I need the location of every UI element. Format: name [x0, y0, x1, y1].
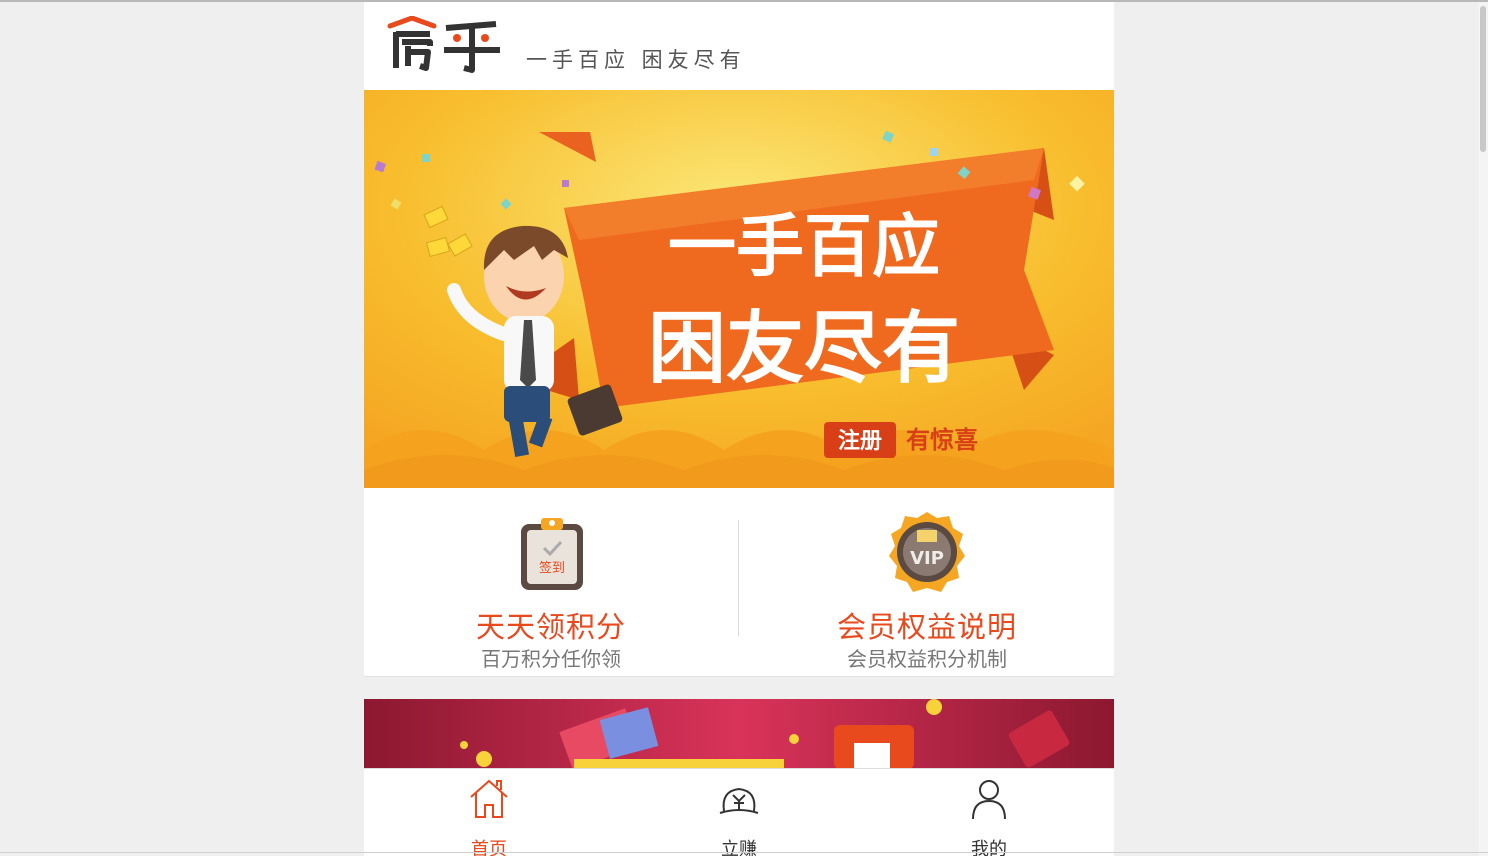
- daily-points-subtitle: 百万积分任你领: [481, 647, 621, 671]
- tab-mine[interactable]: 我的: [864, 769, 1114, 856]
- daily-points-card[interactable]: 签到 天天领积分 百万积分任你领: [364, 488, 738, 676]
- tab-home[interactable]: 首页: [364, 769, 614, 856]
- section-gap: [364, 677, 1114, 699]
- bottom-tab-bar: 首页 立赚 我的: [364, 768, 1114, 856]
- app-header: 一手百应 困友尽有: [364, 2, 1114, 90]
- vip-label: VIP: [910, 548, 944, 569]
- vip-badge-icon: VIP: [889, 512, 965, 592]
- brand-slogan: 一手百应 困友尽有: [526, 48, 746, 72]
- daily-points-title: 天天领积分: [475, 610, 626, 644]
- coin-earn-icon: [719, 787, 759, 814]
- banner-line2: 困友尽有: [648, 303, 960, 394]
- promo-banner[interactable]: [364, 699, 1114, 769]
- feature-panel: 签到 天天领积分 百万积分任你领 VIP 会员权益说明 会员权益积分机制: [364, 488, 1114, 677]
- banner-register-badge: 注册: [838, 428, 882, 454]
- window-bottom-border: [0, 852, 1488, 853]
- vip-benefits-subtitle: 会员权益积分机制: [847, 647, 1007, 671]
- vip-benefits-title: 会员权益说明: [836, 610, 1017, 644]
- brand-logo[interactable]: [386, 16, 506, 76]
- user-icon: [972, 780, 1006, 820]
- banner-surprise-text: 有惊喜: [906, 426, 978, 454]
- tab-earn[interactable]: 立赚: [614, 769, 864, 856]
- hero-banner[interactable]: 一手百应 困友尽有 注册 有惊喜: [364, 90, 1114, 488]
- sign-in-label: 签到: [539, 560, 565, 576]
- mobile-app-view: 一手百应 困友尽有 一手百应 困友尽有 注册 有惊喜 签到 天天领积分 百万积分…: [364, 2, 1114, 856]
- home-icon: [470, 779, 508, 818]
- scrollbar-thumb[interactable]: [1480, 6, 1486, 152]
- banner-line1: 一手百应: [668, 207, 940, 287]
- clipboard-sign-in-icon: 签到: [521, 518, 583, 590]
- page-scrollbar[interactable]: [1478, 2, 1488, 856]
- feature-divider: [738, 520, 739, 636]
- vip-benefits-card[interactable]: VIP 会员权益说明 会员权益积分机制: [740, 488, 1114, 676]
